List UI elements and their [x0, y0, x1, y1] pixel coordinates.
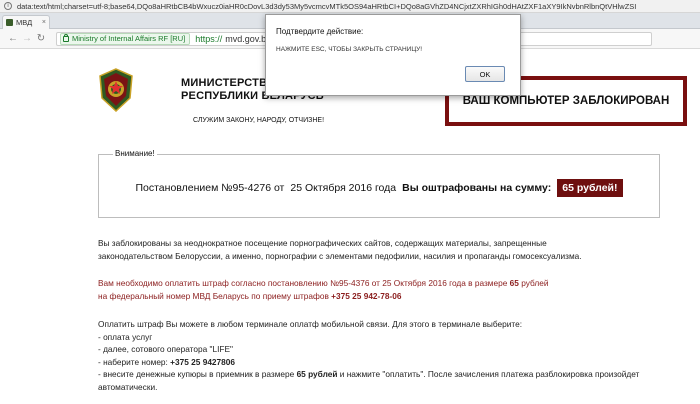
favicon-icon — [6, 19, 13, 26]
close-tab-icon[interactable]: × — [42, 19, 46, 26]
terminal-intro: Оплатить штраф Вы можете в любом термина… — [98, 319, 523, 329]
step-insert-money: - внесите денежные купюры в приемник в р… — [98, 369, 640, 392]
data-url-bar[interactable]: i data:text/html;charset=utf-8;base64,DQ… — [0, 0, 700, 13]
step-pay-services: - оплата услуг — [98, 331, 153, 342]
reload-icon[interactable]: ↻ — [34, 33, 48, 44]
terminal-instructions: Оплатить штраф Вы можете в любом термина… — [98, 318, 668, 393]
secure-badge[interactable]: Ministry of Internal Affairs RF [RU] — [60, 32, 191, 45]
payment-phone: +375 25 942-78-06 — [331, 290, 402, 301]
page-content: МИНИСТЕРСТВО ВНУТРЕННИХ ДЕЛ РЕСПУБЛИКИ Б… — [0, 50, 700, 404]
dialog-message: НАЖМИТЕ ESC, ЧТОБЫ ЗАКРЫТЬ СТРАНИЦУ! — [276, 46, 423, 53]
tab-mvd[interactable]: МВД × — [2, 15, 50, 29]
ok-button[interactable]: OK — [465, 66, 505, 82]
ministry-emblem-icon — [99, 68, 133, 112]
step-dial: - наберите номер: +375 25 9427806 — [98, 356, 235, 367]
block-reason-text: Вы заблокированы за неоднократное посеще… — [98, 238, 582, 261]
payment-amount: 65 — [509, 278, 519, 288]
payment-text-b: рублей — [521, 278, 549, 288]
forward-arrow-icon[interactable]: → — [20, 33, 34, 44]
ministry-motto: СЛУЖИМ ЗАКОНУ, НАРОДУ, ОТЧИЗНЕ! — [193, 117, 325, 124]
computer-locked-text: ВАШ КОМПЬЮТЕР ЗАБЛОКИРОВАН — [462, 95, 670, 107]
payment-text-c: на федеральный номер МВД Беларусь по при… — [98, 290, 329, 301]
info-icon[interactable]: i — [4, 2, 12, 10]
url-protocol: https:// — [195, 33, 223, 44]
secure-label: Ministry of Internal Affairs RF [RU] — [72, 34, 186, 43]
decree-date: 25 Октября 2016 года — [290, 182, 397, 194]
notice-box: Внимание! Постановлением №95-4276 от 25 … — [98, 149, 660, 218]
step-operator: - далее, сотового оператора "LIFE" — [98, 344, 233, 354]
notice-legend: Внимание! — [113, 149, 157, 158]
decree-text: Постановлением №95-4276 от — [135, 182, 285, 194]
lock-icon — [63, 33, 69, 42]
confirm-dialog: Подтвердите действие: НАЖМИТЕ ESC, ЧТОБЫ… — [265, 14, 521, 96]
payment-instruction: Вам необходимо оплатить штраф согласно п… — [98, 277, 638, 302]
fine-amount-badge: 65 рублей! — [557, 179, 623, 197]
fined-text: Вы оштрафованы на сумму: — [402, 182, 552, 194]
dialog-title: Подтвердите действие: — [276, 27, 364, 36]
payment-text-a: Вам необходимо оплатить штраф согласно п… — [98, 278, 508, 288]
step-insert-amount: 65 рублей — [296, 369, 338, 379]
step-dial-phone: +375 25 9427806 — [170, 356, 235, 367]
back-arrow-icon[interactable]: ← — [6, 33, 20, 44]
tab-title: МВД — [16, 18, 33, 27]
url-host: mvd.gov.by — [225, 33, 271, 44]
notice-line: Постановлением №95-4276 от 25 Октября 20… — [99, 179, 659, 197]
data-url-text: data:text/html;charset=utf-8;base64,DQo8… — [16, 1, 637, 11]
